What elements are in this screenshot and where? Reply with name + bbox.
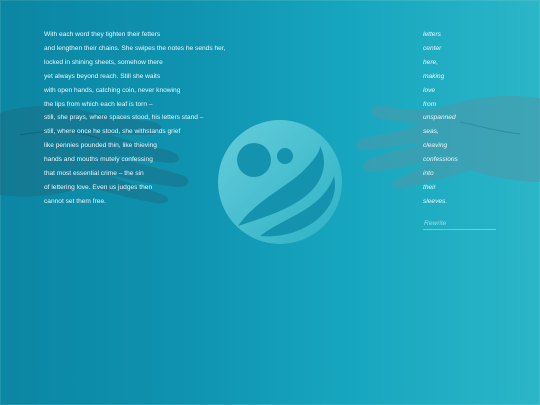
side-word[interactable]: from (423, 98, 503, 112)
side-word[interactable]: into (423, 167, 503, 181)
poem-line: yet always beyond reach. Still she waits (44, 72, 161, 80)
poem-line: still, she prays, where spaces stood, hi… (44, 114, 204, 122)
poem-line: hands and mouths mutely confessing (44, 156, 153, 164)
side-word[interactable]: center (423, 42, 503, 56)
poem-line: still, where once he stood, she withstan… (44, 128, 181, 136)
side-word[interactable]: seas, (423, 125, 503, 139)
poem-line: that most essential crime – the sin (44, 170, 144, 178)
poem-text: With each word they tighten their fetter… (44, 28, 344, 209)
poem-line: of lettering love. Even us judges then (44, 183, 153, 191)
side-word[interactable]: here, (423, 56, 503, 70)
rewrite-input[interactable]: Rewrite (423, 219, 496, 230)
poem-line: With each word they tighten their fetter… (44, 31, 161, 38)
poem-line: locked in shining sheets, somehow there (44, 58, 163, 66)
side-word-column: letters center here, making love from un… (423, 28, 503, 209)
side-word[interactable]: unspanned (423, 111, 503, 125)
side-word[interactable]: cleaving (423, 139, 503, 153)
poem-line: with open hands, catching coin, never kn… (44, 86, 181, 94)
poem-line: and lengthen their chains. She swipes th… (44, 44, 226, 52)
side-word[interactable]: love (423, 84, 503, 98)
side-word[interactable]: their (423, 181, 503, 195)
poem-line: like pennies pounded thin, like thieving (44, 142, 157, 150)
side-word[interactable]: making (423, 70, 503, 84)
poem-line: cannot set them free. (44, 197, 106, 205)
poem-line: the lips from which each leaf is torn – (44, 100, 153, 108)
side-word[interactable]: sleeves. (423, 195, 503, 209)
side-word[interactable]: letters (423, 28, 503, 42)
side-word[interactable]: confessions (423, 153, 503, 167)
